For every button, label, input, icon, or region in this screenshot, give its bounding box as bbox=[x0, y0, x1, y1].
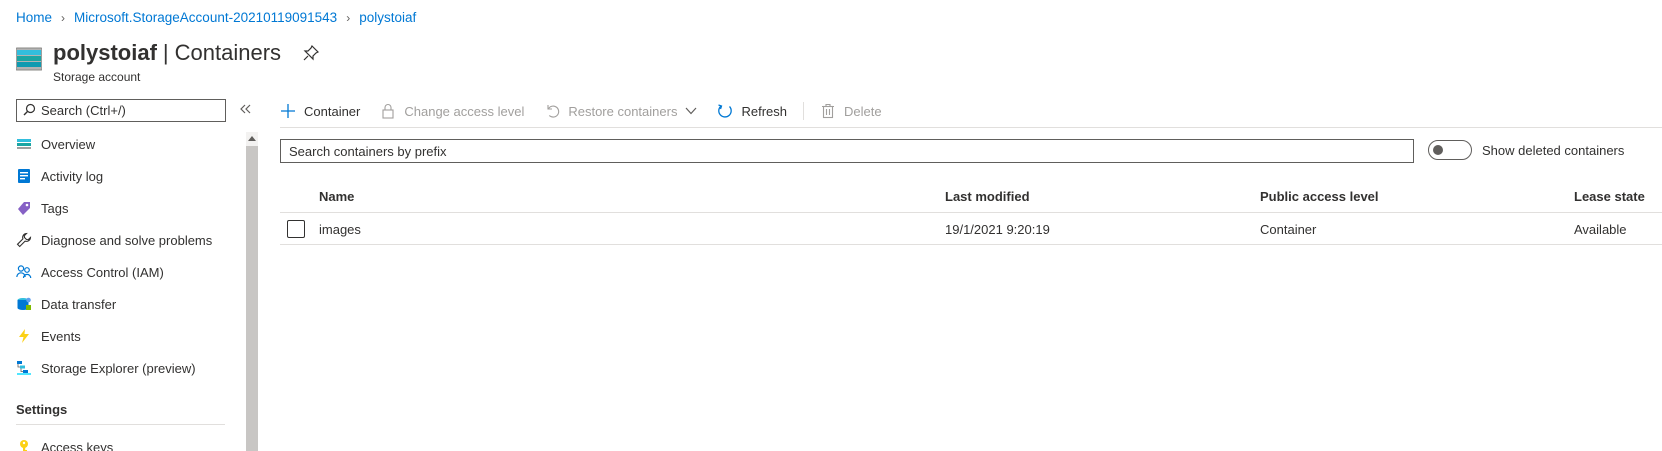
page-header: polystoiaf | Containers Storage account bbox=[15, 38, 320, 84]
add-container-label: Container bbox=[304, 103, 361, 119]
wrench-icon bbox=[16, 232, 32, 248]
lock-icon bbox=[380, 103, 396, 119]
sidebar-item-events[interactable]: Events bbox=[0, 320, 232, 352]
breadcrumb-resource-group[interactable]: Microsoft.StorageAccount-20210119091543 bbox=[74, 10, 337, 25]
sidebar-item-access-control[interactable]: Access Control (IAM) bbox=[0, 256, 232, 288]
sidebar-scrollbar[interactable] bbox=[246, 132, 258, 451]
chevron-right-icon: › bbox=[346, 10, 351, 25]
delete-label: Delete bbox=[844, 103, 882, 119]
page-section-title: Containers bbox=[174, 40, 282, 65]
change-access-level-label: Change access level bbox=[404, 103, 525, 119]
sidebar-item-storage-explorer[interactable]: Storage Explorer (preview) bbox=[0, 352, 232, 384]
command-bar: Container Change access level Restore co… bbox=[280, 98, 902, 124]
restore-containers-label: Restore containers bbox=[568, 103, 678, 119]
key-icon bbox=[16, 439, 32, 451]
breadcrumb-home[interactable]: Home bbox=[16, 10, 52, 25]
delete-button[interactable]: Delete bbox=[820, 103, 882, 119]
sidebar-item-activity-log[interactable]: Activity log bbox=[0, 160, 232, 192]
change-access-level-button[interactable]: Change access level bbox=[380, 103, 524, 119]
people-icon bbox=[16, 264, 32, 280]
breadcrumb-account[interactable]: polystoiaf bbox=[359, 10, 416, 25]
sidebar-item-label: Data transfer bbox=[41, 296, 117, 312]
sidebar-search-input[interactable]: Search (Ctrl+/) bbox=[16, 99, 226, 122]
sidebar-item-data-transfer[interactable]: Data transfer bbox=[0, 288, 232, 320]
tag-icon bbox=[16, 200, 32, 216]
sidebar-search-placeholder: Search (Ctrl+/) bbox=[41, 103, 126, 118]
table-row[interactable]: images 19/1/2021 9:20:19 Container Avail… bbox=[280, 213, 1662, 245]
sidebar-item-label: Access Control (IAM) bbox=[41, 264, 164, 280]
container-prefix-search-placeholder: Search containers by prefix bbox=[289, 143, 447, 159]
add-container-button[interactable]: Container bbox=[280, 103, 360, 119]
show-deleted-containers-label: Show deleted containers bbox=[1482, 143, 1625, 158]
scrollbar-thumb[interactable] bbox=[246, 146, 258, 451]
title-separator: | bbox=[162, 40, 169, 65]
activity-log-icon bbox=[16, 168, 32, 184]
sidebar-item-label: Tags bbox=[41, 200, 69, 216]
sidebar-item-overview[interactable]: Overview bbox=[0, 128, 232, 160]
toolbar-divider bbox=[803, 102, 804, 120]
collapse-sidebar-icon[interactable] bbox=[238, 101, 254, 117]
storage-icon bbox=[16, 136, 32, 152]
toggle-knob bbox=[1433, 145, 1443, 155]
sidebar: Search (Ctrl+/) Overview Activity log Ta… bbox=[0, 92, 258, 451]
refresh-icon bbox=[717, 103, 733, 119]
sidebar-item-label: Access keys bbox=[41, 439, 114, 451]
public-access-level-value: Container bbox=[1260, 222, 1317, 237]
sidebar-divider bbox=[16, 424, 225, 425]
undo-icon bbox=[544, 103, 560, 119]
sidebar-item-label: Events bbox=[41, 328, 81, 344]
sidebar-nav: Overview Activity log Tags Diagnose and … bbox=[0, 128, 232, 384]
refresh-button[interactable]: Refresh bbox=[717, 103, 787, 119]
container-name-link[interactable]: images bbox=[319, 222, 361, 237]
trash-icon bbox=[820, 103, 836, 119]
chevron-right-icon: › bbox=[61, 10, 66, 25]
search-icon bbox=[23, 103, 36, 119]
column-header-public-access-level[interactable]: Public access level bbox=[1260, 189, 1379, 204]
storage-explorer-icon bbox=[16, 360, 32, 376]
page-title: polystoiaf bbox=[53, 40, 157, 65]
restore-containers-button[interactable]: Restore containers bbox=[544, 103, 697, 119]
column-header-last-modified[interactable]: Last modified bbox=[945, 189, 1030, 204]
chevron-down-icon[interactable] bbox=[685, 107, 697, 115]
lightning-icon bbox=[16, 328, 32, 344]
sidebar-item-access-keys[interactable]: Access keys bbox=[0, 431, 232, 451]
sidebar-item-label: Overview bbox=[41, 136, 96, 152]
column-header-lease-state[interactable]: Lease state bbox=[1574, 189, 1645, 204]
sidebar-item-diagnose[interactable]: Diagnose and solve problems bbox=[0, 224, 232, 256]
sidebar-item-tags[interactable]: Tags bbox=[0, 192, 232, 224]
toolbar-divider-line bbox=[280, 127, 1662, 128]
page-subtitle: Storage account bbox=[53, 70, 141, 84]
sidebar-section-settings: Settings bbox=[16, 402, 68, 417]
data-transfer-icon bbox=[16, 296, 32, 312]
scroll-up-icon[interactable] bbox=[246, 132, 258, 144]
sidebar-item-label: Storage Explorer (preview) bbox=[41, 360, 196, 376]
plus-icon bbox=[280, 103, 296, 119]
lease-state-value: Available bbox=[1574, 222, 1627, 237]
sidebar-item-label: Diagnose and solve problems bbox=[41, 232, 213, 248]
refresh-label: Refresh bbox=[741, 103, 787, 119]
column-header-name[interactable]: Name bbox=[319, 189, 354, 204]
pin-icon[interactable] bbox=[303, 44, 320, 61]
breadcrumb: Home › Microsoft.StorageAccount-20210119… bbox=[16, 10, 416, 25]
storage-account-icon bbox=[15, 46, 43, 72]
container-prefix-search-input[interactable]: Search containers by prefix bbox=[280, 139, 1414, 163]
sidebar-item-label: Activity log bbox=[41, 168, 104, 184]
show-deleted-containers-toggle[interactable] bbox=[1428, 140, 1472, 160]
last-modified-value: 19/1/2021 9:20:19 bbox=[945, 222, 1050, 237]
table-header: Name Last modified Public access level L… bbox=[280, 186, 1662, 213]
row-checkbox[interactable] bbox=[287, 220, 305, 238]
